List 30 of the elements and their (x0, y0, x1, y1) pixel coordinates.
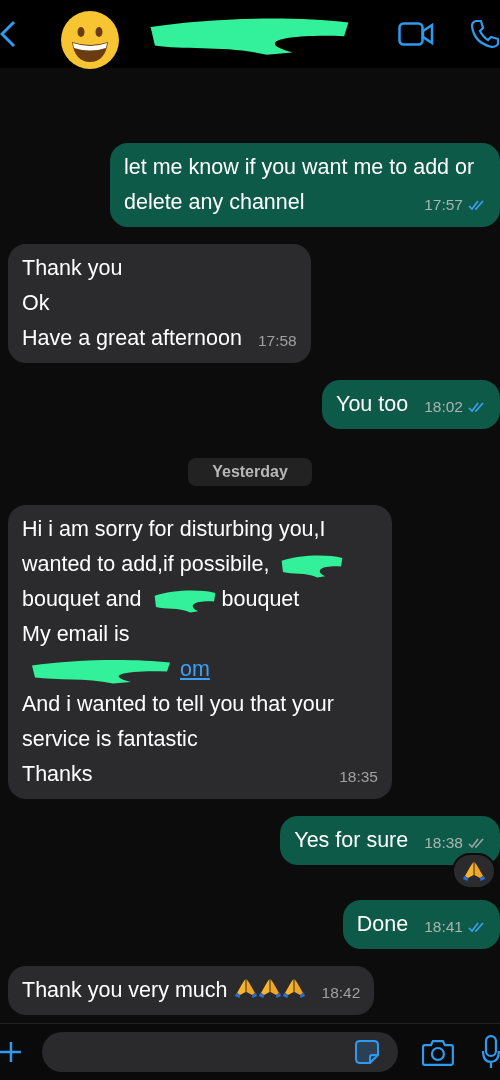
sent-message-bubble[interactable]: Done 18:41 (342, 900, 500, 949)
message-time: 17:57 (424, 195, 463, 215)
reaction-badge[interactable] (452, 853, 496, 889)
message-time: 17:58 (257, 331, 297, 351)
date-divider: Yesterday (188, 458, 312, 486)
praying-hands-icon (257, 976, 282, 1000)
camera-icon[interactable] (422, 1038, 455, 1066)
message-time: 18:02 (424, 397, 463, 417)
received-message-bubble[interactable]: Hi i am sorry for disturbing you,I wanted to add,if possibile, bouquet and bouquet My email is om And i wanted to tell you that your service is fantastic Thanks 18:35 (8, 505, 392, 799)
message-time: 18:42 (321, 983, 361, 1003)
received-message-bubble[interactable]: Thank you very much 18:42 (8, 966, 375, 1015)
praying-hands-icon (462, 859, 486, 883)
sticker-icon[interactable] (354, 1039, 381, 1065)
praying-hands-icon (281, 976, 306, 1000)
back-icon[interactable] (0, 20, 16, 48)
message-time: 18:35 (339, 767, 378, 787)
smiley-avatar-icon[interactable] (60, 10, 120, 70)
phone-icon[interactable] (470, 19, 500, 49)
message-input-field[interactable] (41, 1032, 399, 1072)
email-link[interactable]: om (22, 657, 210, 681)
video-call-icon[interactable] (398, 22, 434, 46)
message-time: 18:41 (424, 917, 463, 937)
sent-message-bubble[interactable]: Yes for sure 18:38 (280, 816, 500, 865)
sent-message-bubble[interactable]: You too 18:02 (322, 380, 500, 429)
plus-icon[interactable] (0, 1041, 22, 1063)
message-time: 18:38 (424, 833, 463, 853)
microphone-icon[interactable] (482, 1035, 500, 1069)
received-message-bubble[interactable]: Thank you Ok Have a great afternoon 17:58 (8, 244, 311, 363)
praying-hands-icon (233, 976, 258, 1000)
sent-message-bubble[interactable]: let me know if you want me to add or delete any channel 17:57 (110, 143, 500, 227)
